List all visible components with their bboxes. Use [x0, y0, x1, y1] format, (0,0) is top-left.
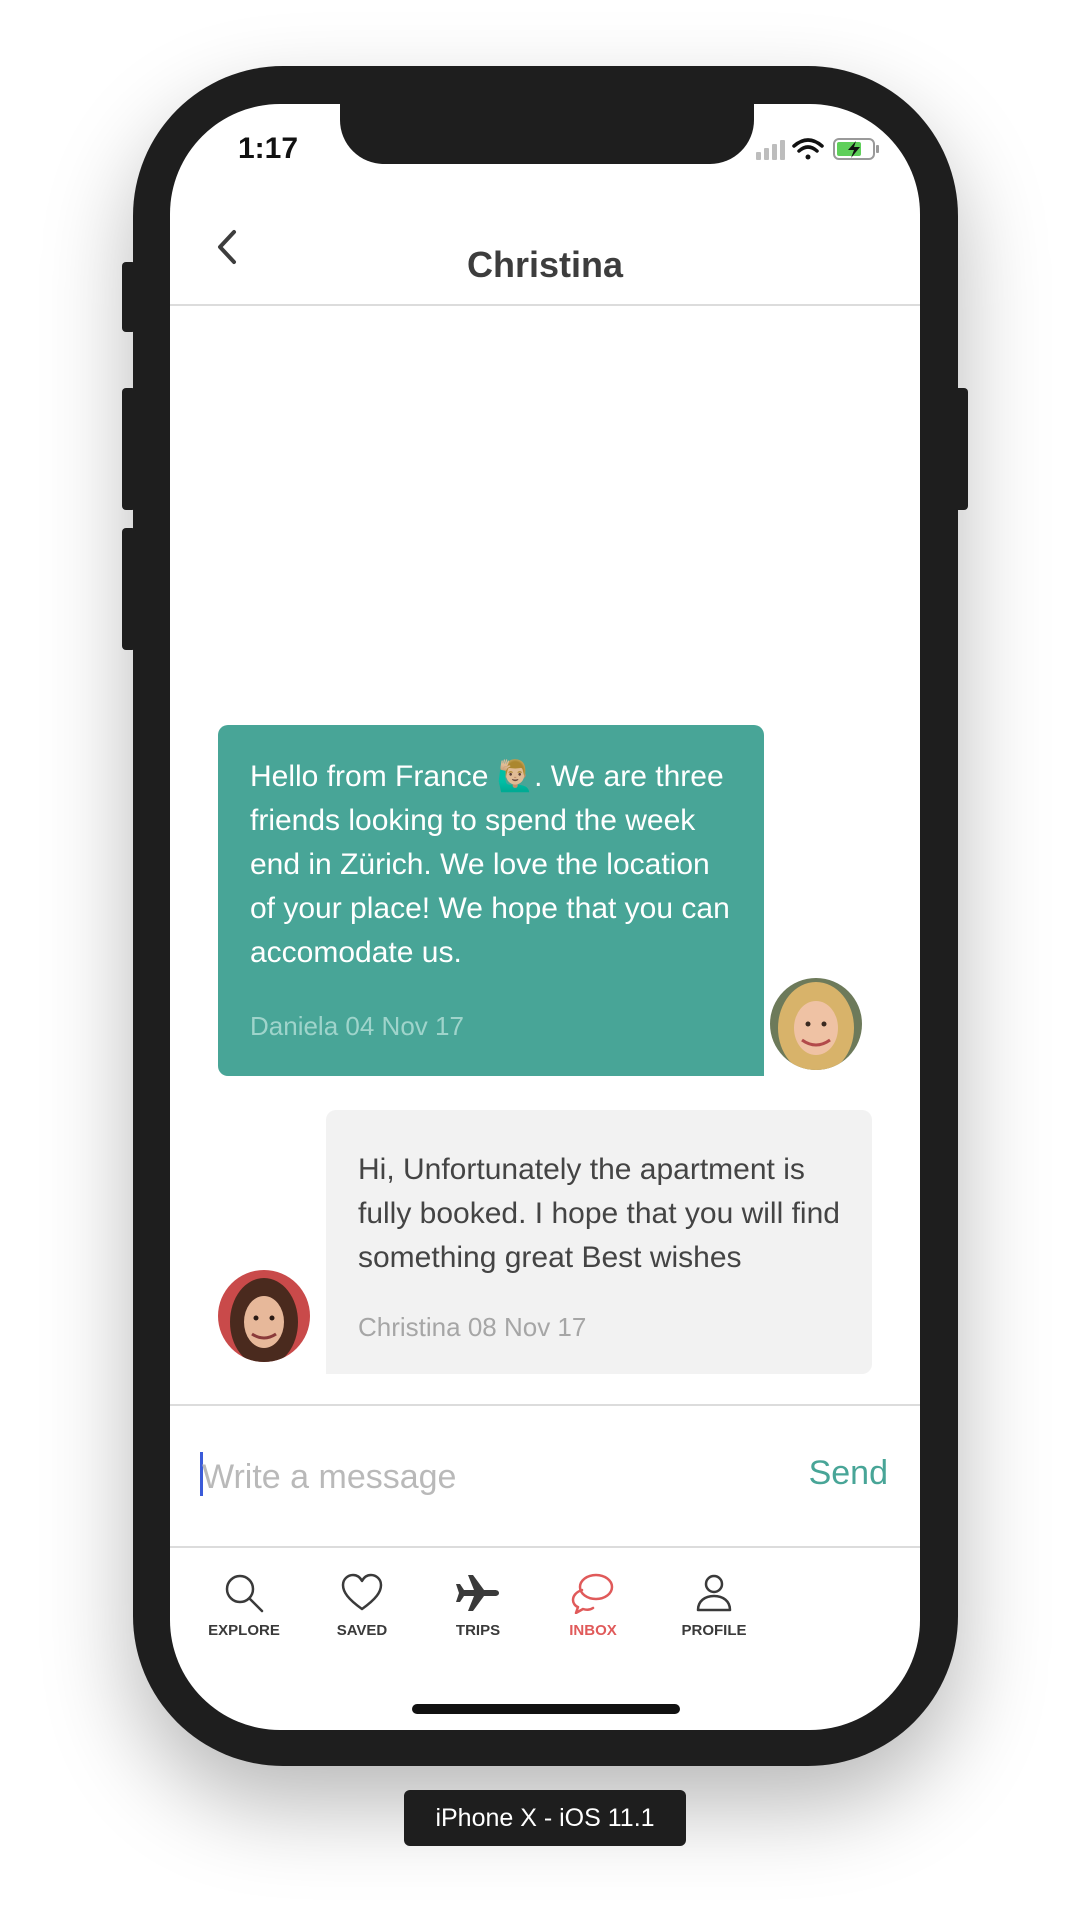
tab-profile[interactable]: PROFILE: [654, 1572, 774, 1639]
tab-trips[interactable]: TRIPS: [418, 1572, 538, 1639]
message-meta: Christina 08 Nov 17: [358, 1312, 587, 1342]
message-bubble-incoming: Hello from France 🙋🏼‍♂️. We are three fr…: [218, 725, 764, 1076]
tab-bar: EXPLORE SAVED TRIPS INBOX PROFILE: [170, 1548, 920, 1668]
tab-label: INBOX: [569, 1622, 617, 1639]
tab-label: EXPLORE: [208, 1622, 280, 1639]
conversation-title: Christina: [466, 244, 624, 285]
tab-label: TRIPS: [455, 1622, 501, 1639]
phone-screen: 1:17: [170, 104, 920, 1730]
status-icons: [756, 134, 906, 164]
tab-explore[interactable]: EXPLORE: [184, 1572, 304, 1639]
message-bubble-outgoing: Hi, Unfortunately the apartment is fully…: [326, 1110, 872, 1374]
tab-label: SAVED: [336, 1622, 388, 1639]
tab-inbox[interactable]: INBOX: [533, 1572, 653, 1639]
device-label: iPhone X - iOS 11.1: [404, 1790, 686, 1846]
message-text: Hi, Unfortunately the apartment is fully…: [358, 1153, 840, 1274]
airplane-icon: [456, 1575, 499, 1611]
tab-label: PROFILE: [681, 1622, 747, 1639]
battery-charging-icon: [833, 138, 879, 160]
message-text: Hello from France 🙋🏼‍♂️. We are three fr…: [250, 760, 730, 969]
tab-saved[interactable]: SAVED: [302, 1572, 422, 1639]
search-icon: [225, 1574, 264, 1613]
home-indicator[interactable]: [412, 1704, 680, 1714]
person-icon: [696, 1574, 732, 1612]
chat-bubbles-icon: [571, 1573, 614, 1614]
navigation-bar: Christina: [170, 204, 920, 306]
power-button: [954, 388, 968, 510]
message-meta: Daniela 04 Nov 17: [250, 1011, 464, 1041]
silent-switch: [122, 262, 136, 332]
message-composer: Send: [170, 1404, 920, 1548]
volume-up-button: [122, 388, 136, 510]
send-button[interactable]: Send: [809, 1454, 888, 1493]
message-input[interactable]: [200, 1446, 724, 1508]
cellular-signal-icon: [756, 140, 785, 160]
avatar-daniela[interactable]: [764, 972, 868, 1076]
wifi-icon: [792, 138, 824, 160]
status-time: 1:17: [238, 132, 299, 165]
notch: [340, 104, 754, 164]
volume-down-button: [122, 528, 136, 650]
heart-icon: [341, 1573, 383, 1611]
avatar-christina[interactable]: [212, 1264, 316, 1368]
